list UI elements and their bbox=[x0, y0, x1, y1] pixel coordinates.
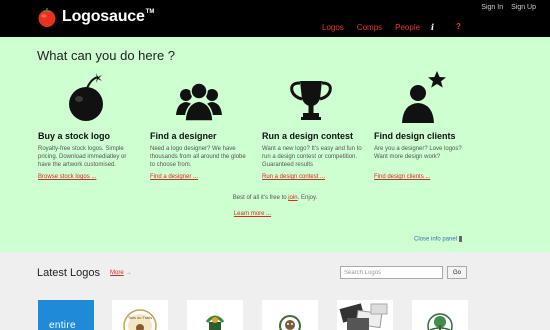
join-link[interactable]: join bbox=[288, 195, 297, 201]
feature-title: Find a designer bbox=[150, 131, 217, 141]
logo-thumbnail[interactable]: Tails on Trails bbox=[112, 300, 168, 330]
tomato-logo-icon bbox=[38, 8, 56, 27]
free-note: Best of all it's free to join. Enjoy. bbox=[0, 195, 550, 201]
feature-title: Run a design contest bbox=[262, 131, 354, 141]
auth-links: Sign In Sign Up bbox=[481, 4, 536, 11]
tails-on-trails-text: Tails on Trails bbox=[128, 315, 152, 320]
logo-thumbnail[interactable]: entire bbox=[38, 300, 94, 330]
info-panel: What can you do here ? Buy a stock logo … bbox=[0, 37, 550, 252]
people-group-icon bbox=[176, 82, 222, 122]
search-logos-input[interactable] bbox=[340, 266, 443, 279]
find-designer-link[interactable]: Find a designer ... bbox=[150, 174, 198, 180]
nav-comps[interactable]: Comps bbox=[357, 23, 382, 32]
browse-stock-logos-link[interactable]: Browse stock logos ... bbox=[38, 174, 96, 180]
top-header: Logosauce TM Sign In Sign Up Logos Comps … bbox=[0, 0, 550, 37]
trophy-icon bbox=[290, 81, 332, 120]
go-button[interactable]: Go bbox=[447, 266, 467, 279]
tree-badge-logo-icon bbox=[427, 313, 453, 330]
feature-title: Buy a stock logo bbox=[38, 131, 111, 141]
logo-thumbnail[interactable] bbox=[187, 300, 243, 330]
latest-logos-title: Latest Logos bbox=[37, 267, 100, 279]
dog-badge-logo-icon bbox=[279, 315, 301, 330]
arrow-right-icon: → bbox=[125, 270, 132, 276]
thumbnail-label: entire bbox=[49, 320, 76, 330]
feature-text: Are you a designer? Love logos? Want mor… bbox=[374, 146, 462, 160]
feature-text: Need a logo designer? We have thousands … bbox=[150, 146, 246, 168]
leaf-badge-logo-icon bbox=[205, 315, 225, 330]
help-icon[interactable]: ? bbox=[456, 22, 461, 31]
business-cards-logo-icon bbox=[339, 303, 388, 330]
logo-thumbnail[interactable] bbox=[337, 300, 393, 330]
run-contest-link[interactable]: Run a design contest ... bbox=[262, 174, 325, 180]
nav-logos[interactable]: Logos bbox=[322, 23, 344, 32]
panel-title: What can you do here ? bbox=[37, 48, 176, 63]
tails-on-trails-logo-icon: Tails on Trails bbox=[123, 309, 157, 330]
more-logos-link[interactable]: More → bbox=[110, 270, 132, 276]
sign-in-link[interactable]: Sign In bbox=[481, 4, 503, 11]
logo-thumbnail[interactable] bbox=[412, 300, 468, 330]
feature-title: Find design clients bbox=[374, 131, 456, 141]
info-icon[interactable]: i bbox=[431, 22, 434, 32]
free-text: Best of all it's free to bbox=[232, 195, 287, 201]
find-clients-link[interactable]: Find design clients ... bbox=[374, 174, 430, 180]
learn-more-link[interactable]: Learn more ... bbox=[0, 211, 505, 217]
feature-text: Want a new logo? It's easy and fun to ru… bbox=[262, 146, 362, 168]
nav-people[interactable]: People bbox=[395, 23, 420, 32]
logo-thumbnail[interactable] bbox=[262, 300, 318, 330]
brand-logo[interactable]: Logosauce TM bbox=[36, 6, 154, 28]
tomato-bomb-icon bbox=[69, 73, 103, 121]
brand-name: Logosauce bbox=[62, 8, 145, 25]
main-nav: Logos Comps People bbox=[322, 23, 420, 32]
free-text-end: . Enjoy. bbox=[297, 195, 318, 201]
sign-up-link[interactable]: Sign Up bbox=[511, 4, 536, 11]
close-panel-icon bbox=[459, 236, 463, 242]
person-star-icon bbox=[402, 71, 446, 123]
feature-text: Royalty-free stock logos. Simple pricing… bbox=[38, 146, 127, 168]
more-label: More bbox=[110, 270, 124, 276]
brand-trademark: TM bbox=[145, 9, 155, 15]
close-info-panel-button[interactable]: Close info panel bbox=[414, 236, 463, 243]
close-info-panel-label: Close info panel bbox=[414, 236, 458, 243]
